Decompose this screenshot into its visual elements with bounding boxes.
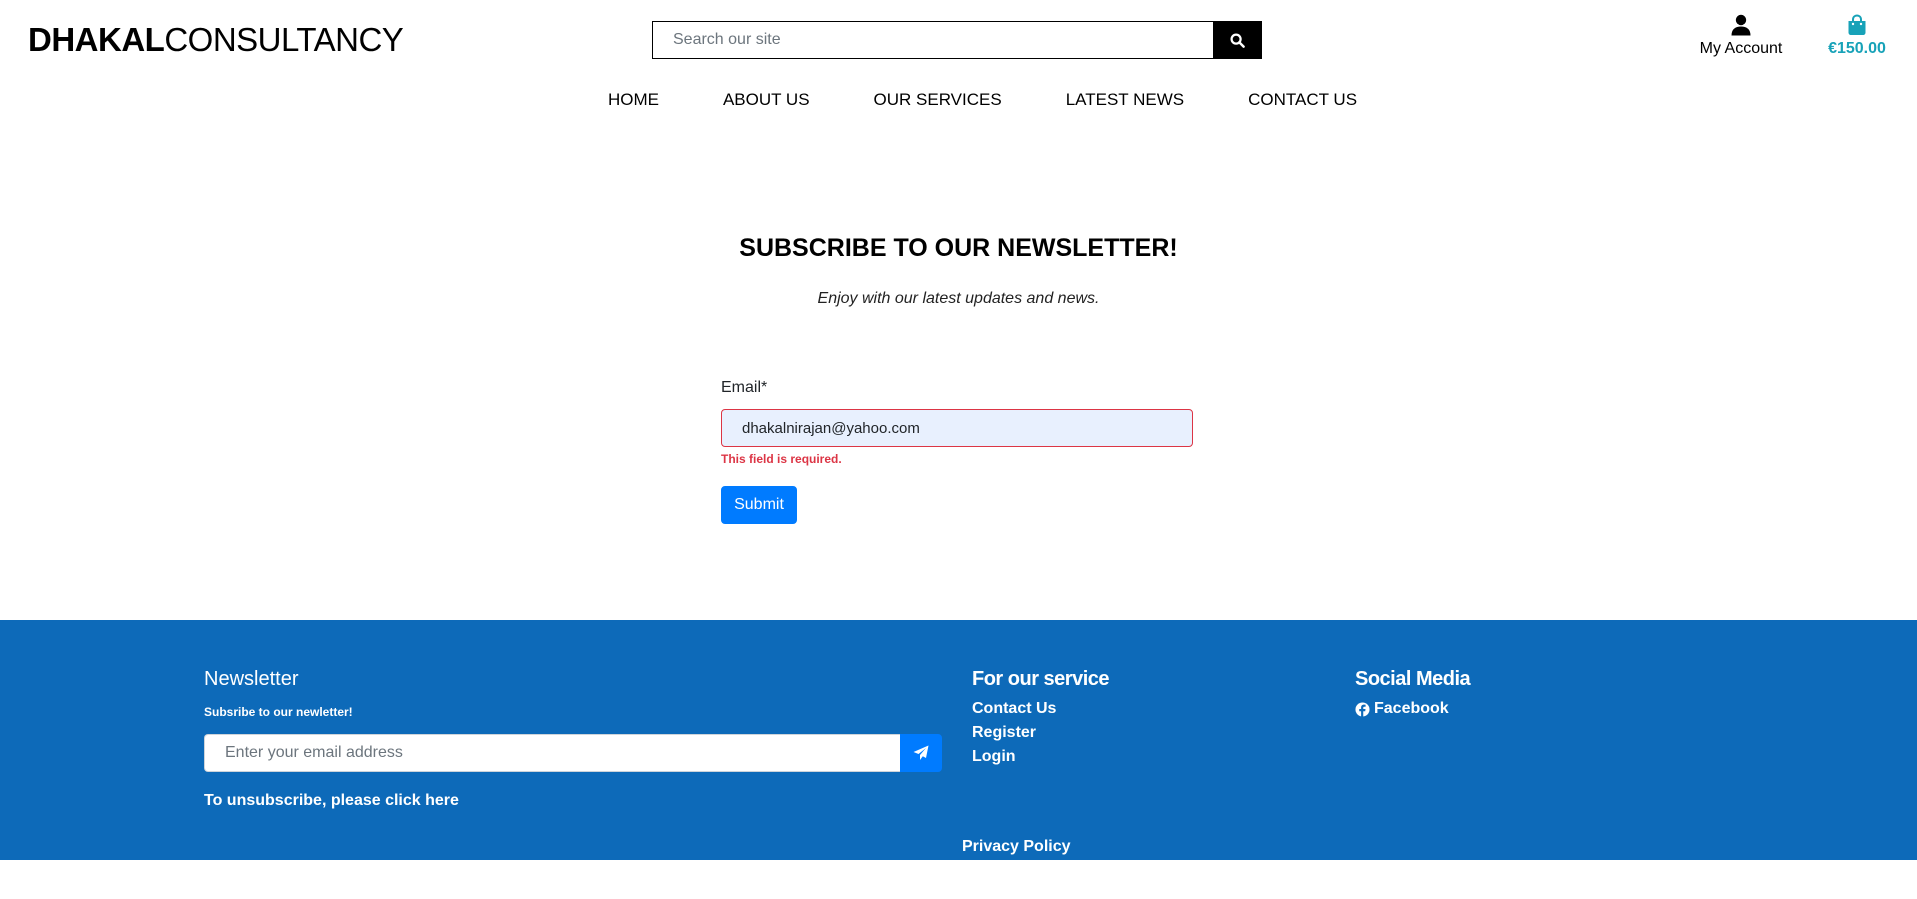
footer-email-input[interactable]: [204, 734, 900, 772]
privacy-policy-link[interactable]: Privacy Policy: [962, 838, 1071, 856]
shopping-bag-link[interactable]: €150.00: [1822, 14, 1892, 58]
facebook-icon: [1355, 701, 1370, 717]
page-subtitle: Enjoy with our latest updates and news.: [817, 290, 1100, 307]
email-label: Email*: [721, 379, 768, 396]
footer-social-title: Social Media: [1355, 668, 1471, 690]
unsubscribe-link[interactable]: To unsubscribe, please click here: [204, 792, 459, 809]
logo-bold: DHAKAL: [28, 21, 165, 58]
footer-service: For our service Contact Us Register Logi…: [972, 668, 1110, 769]
nav-our-services[interactable]: OUR SERVICES: [874, 88, 1002, 112]
my-account-label: My Account: [1699, 40, 1783, 57]
user-icon: [1731, 14, 1751, 36]
footer: Newsletter Subsribe to our newletter! To…: [0, 620, 1917, 860]
nav-home[interactable]: HOME: [608, 88, 659, 112]
footer-social: Social Media Facebook: [1355, 668, 1471, 721]
nav-contact-us[interactable]: CONTACT US: [1248, 88, 1357, 112]
footer-service-title: For our service: [972, 668, 1110, 690]
site-logo[interactable]: DHAKALCONSULTANCY: [28, 20, 404, 60]
footer-newsletter: Newsletter Subsribe to our newletter! To…: [204, 668, 942, 810]
submit-button[interactable]: Submit: [721, 486, 797, 524]
search-button[interactable]: [1213, 21, 1262, 59]
footer-newsletter-form: [204, 734, 942, 772]
shopping-bag-icon: [1848, 14, 1866, 35]
footer-subscribe-button[interactable]: [900, 734, 942, 772]
unsubscribe-text: To unsubscribe, please click here: [204, 792, 942, 810]
search-form: [652, 21, 1262, 59]
logo-light: CONSULTANCY: [164, 21, 404, 58]
search-icon: [1230, 32, 1245, 48]
nav-about-us[interactable]: ABOUT US: [723, 88, 810, 112]
footer-link-register[interactable]: Register: [972, 721, 1109, 745]
page-title: SUBSCRIBE TO OUR NEWSLETTER!: [739, 234, 1178, 262]
my-account-link[interactable]: My Account: [1690, 14, 1792, 58]
footer-newsletter-subtitle: Subsribe to our newletter!: [204, 705, 353, 719]
footer-newsletter-title: Newsletter: [204, 668, 299, 690]
bag-total: €150.00: [1828, 40, 1886, 57]
footer-link-contact-us[interactable]: Contact Us: [972, 697, 1109, 721]
facebook-label: Facebook: [1374, 700, 1449, 717]
email-field[interactable]: [721, 409, 1193, 447]
paper-plane-icon: [913, 745, 929, 760]
footer-link-login[interactable]: Login: [972, 745, 1109, 769]
footer-link-facebook[interactable]: Facebook: [1355, 697, 1470, 721]
email-error-message: This field is required.: [721, 452, 842, 466]
nav-latest-news[interactable]: LATEST NEWS: [1066, 88, 1184, 112]
search-input[interactable]: [652, 21, 1213, 59]
main-nav: HOME ABOUT US OUR SERVICES LATEST NEWS C…: [0, 88, 1917, 112]
